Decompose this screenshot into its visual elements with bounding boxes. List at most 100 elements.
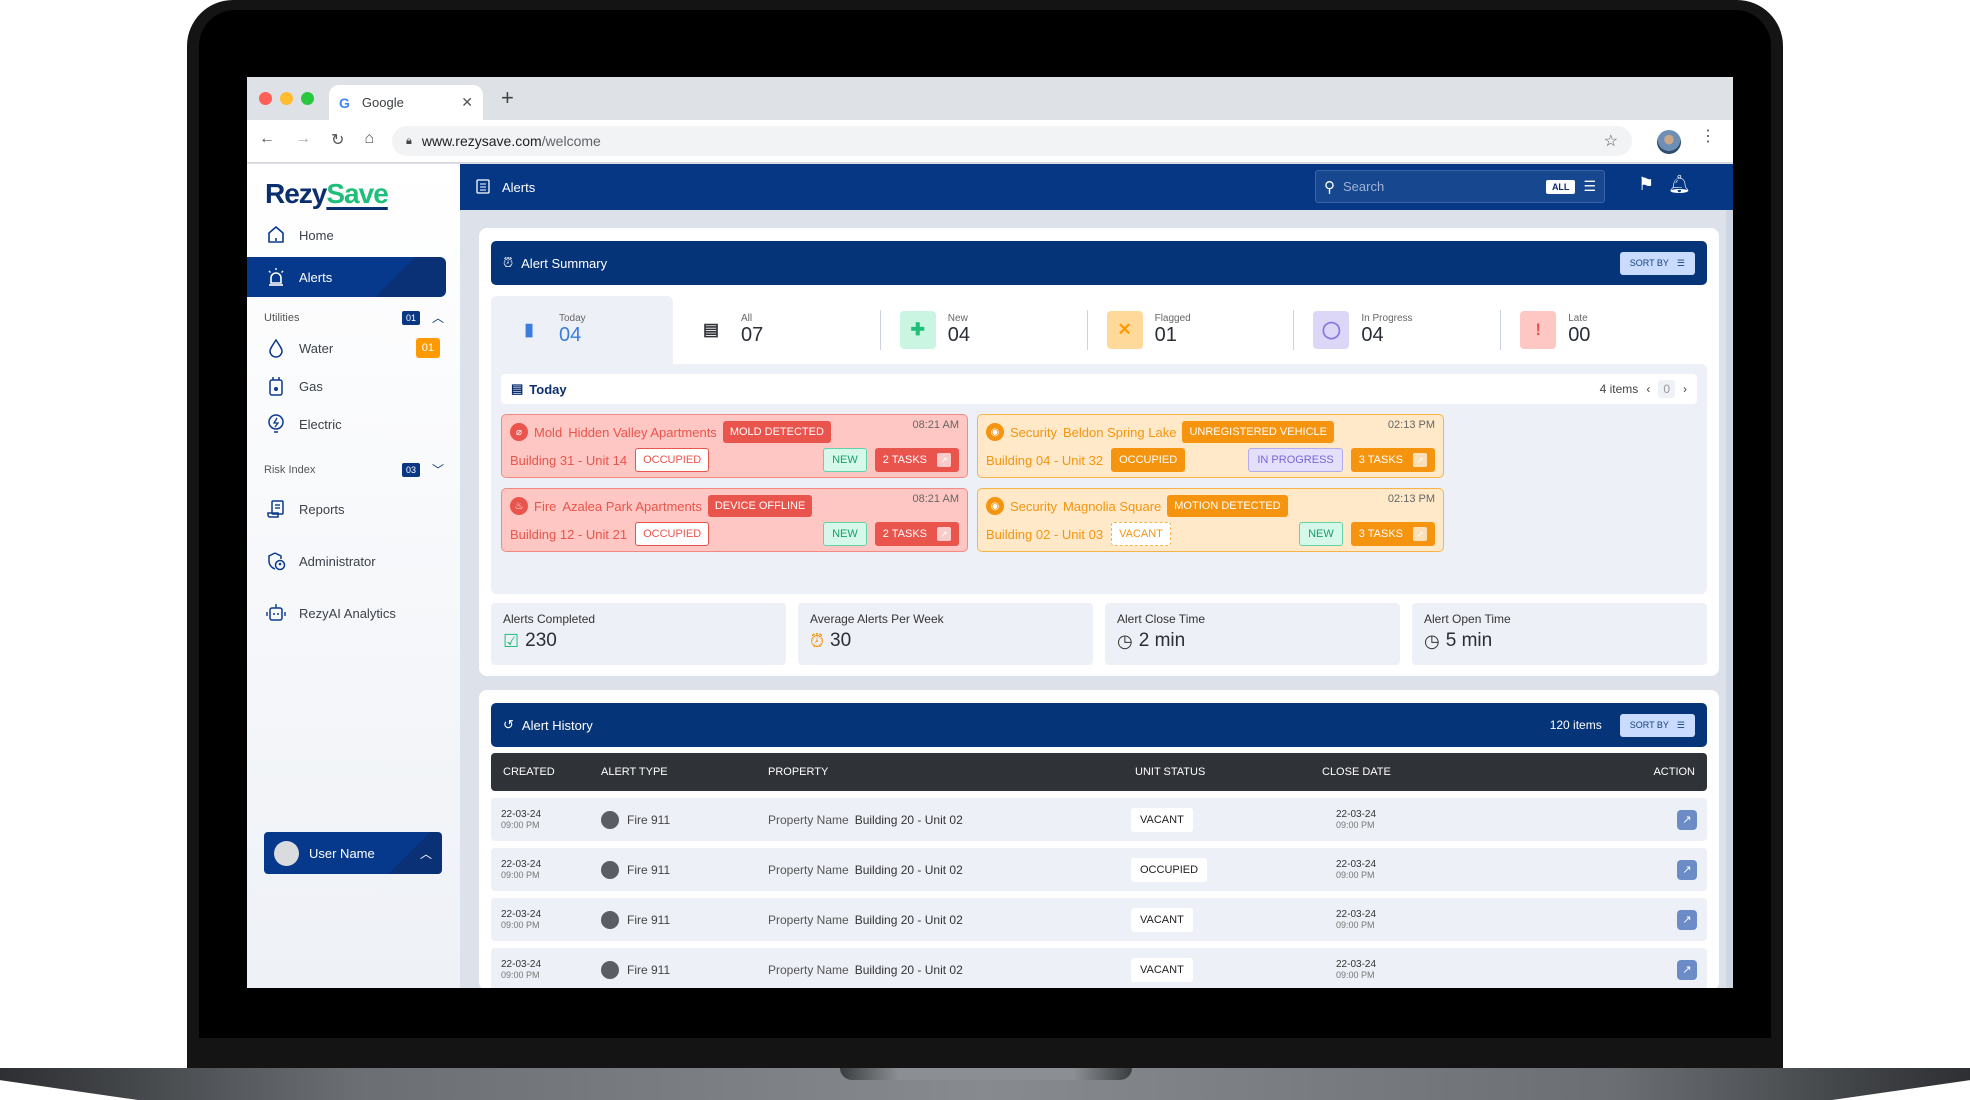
admin-shield-icon — [265, 550, 287, 572]
chevron-up-icon[interactable]: ︿ — [432, 309, 444, 326]
open-alert-icon[interactable]: ↗ — [1677, 959, 1697, 980]
sidebar-item-water[interactable]: Water 01 — [247, 328, 446, 368]
close-tab-icon[interactable]: ✕ — [461, 94, 473, 111]
close-date-cell: 22-03-24 09:00 PM — [1336, 959, 1376, 981]
open-alert-icon[interactable]: ↗ — [1677, 859, 1697, 880]
stat-tab-all[interactable]: ▤ All 07 — [673, 296, 880, 364]
tasks-button[interactable]: 2 TASKS ↗ — [874, 448, 959, 472]
alert-type-cell: Fire 911 — [601, 910, 670, 929]
notification-bell-icon[interactable]: 🔔︎ — [1668, 174, 1691, 195]
window-minimize-button[interactable] — [280, 92, 293, 105]
stat-tab-in-progress[interactable]: ◯ In Progress 04 — [1293, 296, 1500, 364]
alert-card[interactable]: ◉ Security Beldon Spring Lake UNREGISTERED … — [977, 414, 1444, 478]
search-scope-button[interactable]: ALL — [1545, 179, 1576, 194]
alert-history-title: Alert History — [521, 717, 593, 733]
alert-card[interactable]: ♨ Fire Azalea Park Apartments DEVICE OFFLIN… — [501, 488, 968, 552]
window-maximize-button[interactable] — [301, 92, 314, 105]
reload-icon[interactable]: ↻ — [331, 130, 344, 150]
clock-icon: ◷ — [1117, 630, 1133, 651]
created-time: 09:00 PM — [501, 970, 540, 981]
user-menu[interactable]: User Name ︿ — [264, 832, 442, 874]
close-time: 09:00 PM — [1336, 820, 1375, 831]
table-row[interactable]: 22-03-24 09:00 PM Fire 911 Property Name B… — [491, 898, 1707, 941]
back-icon[interactable]: ← — [259, 130, 275, 150]
search-icon: ⚲ — [1324, 178, 1335, 196]
browser-tab[interactable]: G Google ✕ — [329, 85, 483, 120]
risk-index-section-header[interactable]: Risk Index 03 ﹀ — [264, 461, 444, 478]
column-created[interactable]: CREATED — [503, 766, 555, 778]
column-property[interactable]: PROPERTY — [768, 766, 828, 778]
stat-tab-flagged[interactable]: ✕ Flagged 01 — [1086, 296, 1294, 364]
stat-tab-today[interactable]: ▮ Today 04 — [491, 296, 673, 364]
expand-icon: ↗ — [937, 527, 951, 541]
messages-icon[interactable]: ⚑ — [1638, 174, 1654, 195]
new-tab-button[interactable]: + — [501, 85, 514, 111]
unit-status-badge: VACANT — [1131, 807, 1193, 832]
created-date: 22-03-24 — [501, 908, 542, 920]
bookmark-star-icon[interactable]: ☆ — [1604, 131, 1618, 151]
alert-tag: MOTION DETECTED — [1167, 495, 1288, 517]
window-close-button[interactable] — [259, 92, 272, 105]
table-row[interactable]: 22-03-24 09:00 PM Fire 911 Property Name B… — [491, 798, 1707, 841]
sort-by-button[interactable]: SORT BY ☰ — [1619, 713, 1695, 737]
chevron-down-icon[interactable]: ﹀ — [432, 461, 444, 478]
alert-property: Hidden Valley Apartments — [568, 424, 717, 440]
chevron-right-icon[interactable]: › — [1683, 382, 1687, 396]
alert-type: Fire 911 — [627, 812, 671, 827]
browser-menu-icon[interactable]: ⋮ — [1700, 129, 1716, 145]
chevron-left-icon[interactable]: ‹ — [1646, 382, 1650, 396]
fire-icon: ♨ — [510, 497, 528, 515]
user-name: User Name — [309, 845, 375, 861]
column-unit-status[interactable]: UNIT STATUS — [1135, 766, 1205, 778]
forward-icon[interactable]: → — [295, 130, 311, 150]
property-cell: Property Name Building 20 - Unit 02 — [768, 963, 963, 977]
table-row[interactable]: 22-03-24 09:00 PM Fire 911 Property Name B… — [491, 848, 1707, 891]
stat-tab-new[interactable]: ✚ New 04 — [879, 296, 1087, 364]
today-alerts-header: ▤ Today 4 items ‹ 0 › — [501, 374, 1697, 404]
chevron-up-icon[interactable]: ︿ — [420, 845, 432, 862]
unit-status-badge: VACANT — [1131, 957, 1193, 982]
profile-avatar[interactable] — [1657, 130, 1681, 154]
sidebar-item-home[interactable]: Home — [247, 215, 446, 255]
alert-tag: UNREGISTERED VEHICLE — [1182, 421, 1334, 443]
open-alert-icon[interactable]: ↗ — [1677, 809, 1697, 830]
url-host: www.rezysave.com — [421, 133, 542, 149]
scrollbar[interactable] — [1726, 210, 1733, 988]
url-field[interactable]: 🔒︎ www.rezysave.com/welcome ☆ — [392, 126, 1632, 156]
tasks-button[interactable]: 2 TASKS ↗ — [874, 522, 959, 546]
property-cell: Property Name Building 20 - Unit 02 — [768, 863, 963, 877]
metric-label: Alerts Completed — [503, 612, 596, 626]
stat-tab-late[interactable]: ! Late 00 — [1500, 296, 1707, 364]
column-alert-type[interactable]: ALERT TYPE — [601, 766, 668, 778]
sidebar-item-electric[interactable]: Electric — [247, 404, 446, 444]
clipboard-icon — [476, 178, 490, 197]
column-close-date[interactable]: CLOSE DATE — [1322, 766, 1391, 778]
sidebar-item-label: Electric — [299, 416, 342, 432]
table-row[interactable]: 22-03-24 09:00 PM Fire 911 Property Name B… — [491, 948, 1707, 988]
close-date: 22-03-24 — [1336, 858, 1377, 870]
home-browser-icon[interactable]: ⌂ — [364, 130, 374, 150]
tasks-button[interactable]: 3 TASKS ↗ — [1350, 448, 1435, 472]
filter-sliders-icon[interactable]: ☰ — [1583, 178, 1596, 195]
search-input[interactable]: ⚲ Search ALL ☰ — [1315, 170, 1605, 203]
unit-status-badge: VACANT — [1131, 907, 1193, 932]
report-icon — [265, 498, 287, 520]
open-alert-icon[interactable]: ↗ — [1677, 909, 1697, 930]
rezysave-logo[interactable]: RezySave — [265, 178, 389, 210]
alert-unit: Building 02 - Unit 03 — [986, 526, 1104, 542]
history-icon: ↺ — [503, 717, 514, 732]
stat-value: 04 — [559, 324, 582, 346]
sidebar-item-gas[interactable]: Gas — [247, 366, 446, 406]
utilities-section-header[interactable]: Utilities 01 ︿ — [264, 309, 444, 326]
sidebar-item-reports[interactable]: Reports — [247, 489, 446, 529]
page-number[interactable]: 0 — [1658, 380, 1675, 398]
sidebar-item-administrator[interactable]: Administrator — [247, 541, 446, 581]
sidebar-item-rezyai-analytics[interactable]: RezyAI Analytics — [247, 593, 446, 633]
alert-card[interactable]: ⌀ Mold Hidden Valley Apartments MOLD DETECT… — [501, 414, 968, 478]
divider — [879, 310, 881, 350]
alert-card[interactable]: ◉ Security Magnolia Square MOTION DETECTED 0… — [977, 488, 1444, 552]
sort-by-button[interactable]: SORT BY ☰ — [1619, 251, 1695, 275]
sidebar-item-alerts[interactable]: Alerts — [247, 257, 446, 297]
tasks-button[interactable]: 3 TASKS ↗ — [1350, 522, 1435, 546]
today-alerts-section: ▤ Today 4 items ‹ 0 › ⌀ Mold Hidden Valley… — [491, 364, 1707, 594]
